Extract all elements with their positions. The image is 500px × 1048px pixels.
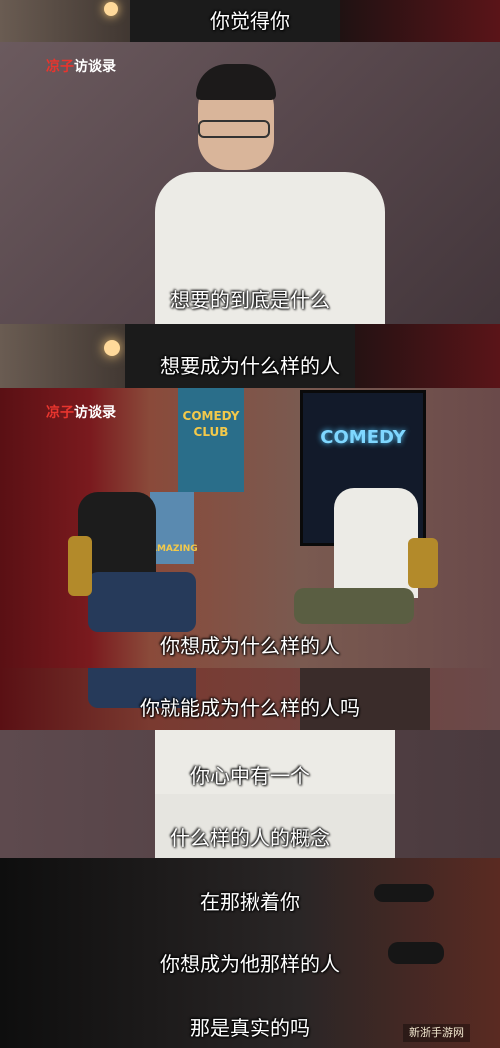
frame-8: 在那揪着你	[0, 858, 500, 922]
watermark: 新浙手游网	[403, 1024, 470, 1042]
frame-3: 想要成为什么样的人	[0, 324, 500, 388]
subtitle: 在那揪着你	[200, 890, 300, 914]
frame-2: 凉子访谈录 想要的到底是什么	[0, 42, 500, 324]
frame-4: 凉子访谈录 COMEDY CLUB AMAZING COMEDY 你想成为什么样…	[0, 388, 500, 668]
subtitle: 你想成为他那样的人	[160, 952, 340, 976]
subtitle: 你觉得你	[210, 9, 290, 33]
subtitle: 你想成为什么样的人	[160, 634, 340, 658]
person-hair	[196, 64, 276, 100]
frame-7: 什么样的人的概念	[0, 794, 500, 858]
host-person	[334, 488, 418, 598]
host-trousers	[294, 588, 414, 624]
frame-5: 你就能成为什么样的人吗	[0, 668, 500, 730]
chair	[68, 536, 92, 596]
glasses-icon	[198, 120, 270, 138]
comedy-neon-sign: COMEDY	[320, 427, 406, 448]
subtitle: 你心中有一个	[190, 764, 310, 788]
chair	[408, 538, 438, 588]
frame-10: 那是真实的吗 新浙手游网	[0, 986, 500, 1048]
guest-jeans	[88, 572, 196, 632]
frame-9: 你想成为他那样的人	[0, 922, 500, 986]
show-logo: 凉子访谈录	[46, 59, 116, 75]
show-logo: 凉子访谈录	[46, 405, 116, 421]
subtitle: 你就能成为什么样的人吗	[140, 696, 360, 720]
subtitle: 想要的到底是什么	[170, 288, 330, 312]
frame-1: 你觉得你	[0, 0, 500, 42]
comedy-club-poster: COMEDY CLUB	[178, 388, 244, 492]
frame-6: 你心中有一个	[0, 730, 500, 794]
amazing-poster: AMAZING	[150, 492, 198, 564]
subtitle: 想要成为什么样的人	[160, 354, 340, 378]
subtitle: 什么样的人的概念	[170, 826, 330, 850]
